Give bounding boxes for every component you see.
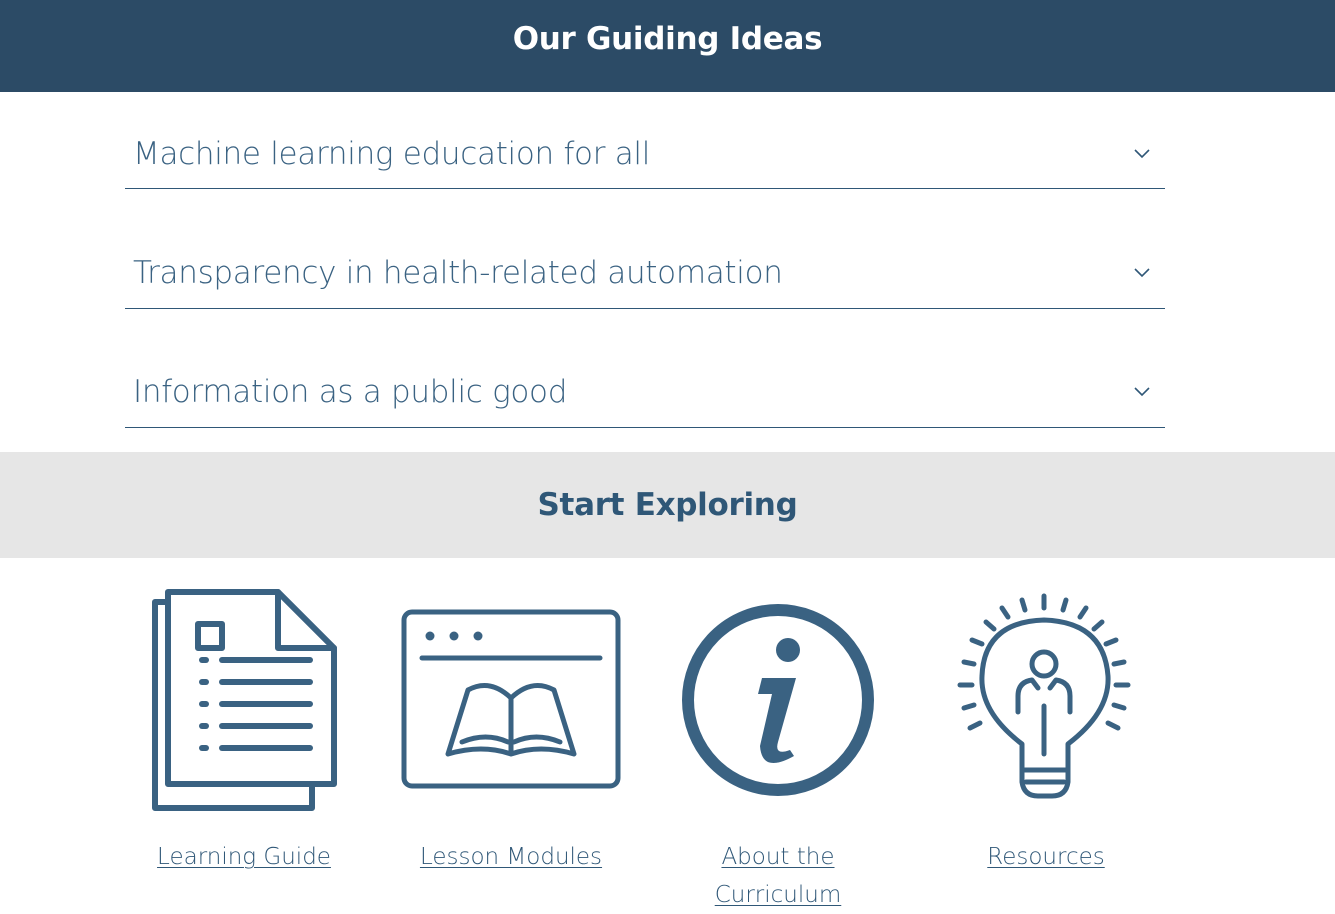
info-icon[interactable] (678, 586, 878, 816)
chevron-down-icon (1131, 143, 1153, 165)
document-icon[interactable] (144, 586, 344, 816)
chevron-down-icon (1131, 381, 1153, 403)
accordion-item-transparency[interactable]: Transparency in health-related automatio… (125, 238, 1165, 309)
page-title: Our Guiding Ideas (512, 21, 823, 57)
accordion-item-label: Machine learning education for all (133, 136, 651, 172)
section-title: Start Exploring (537, 487, 798, 523)
accordion-item-label: Transparency in health-related automatio… (133, 255, 783, 291)
lesson-modules-link[interactable]: Lesson Modules (420, 838, 602, 876)
about-curriculum-link[interactable]: About the Curriculum (715, 838, 842, 914)
guiding-ideas-banner: Our Guiding Ideas (0, 0, 1335, 92)
accordion-item-public-good[interactable]: Information as a public good (125, 357, 1165, 428)
lightbulb-person-icon[interactable] (946, 586, 1146, 816)
tile-lesson-modules: Lesson Modules (400, 586, 622, 876)
chevron-down-icon (1131, 262, 1153, 284)
resources-link[interactable]: Resources (987, 838, 1104, 876)
start-exploring-band: Start Exploring (0, 452, 1335, 558)
tile-about-curriculum: About the Curriculum (678, 586, 878, 914)
tile-resources: Resources (946, 586, 1146, 876)
accordion-item-label: Information as a public good (133, 374, 568, 410)
tile-learning-guide: Learning Guide (144, 586, 344, 876)
accordion-item-ml-education[interactable]: Machine learning education for all (125, 120, 1165, 189)
learning-guide-link[interactable]: Learning Guide (157, 838, 331, 876)
open-book-browser-icon[interactable] (400, 586, 622, 816)
